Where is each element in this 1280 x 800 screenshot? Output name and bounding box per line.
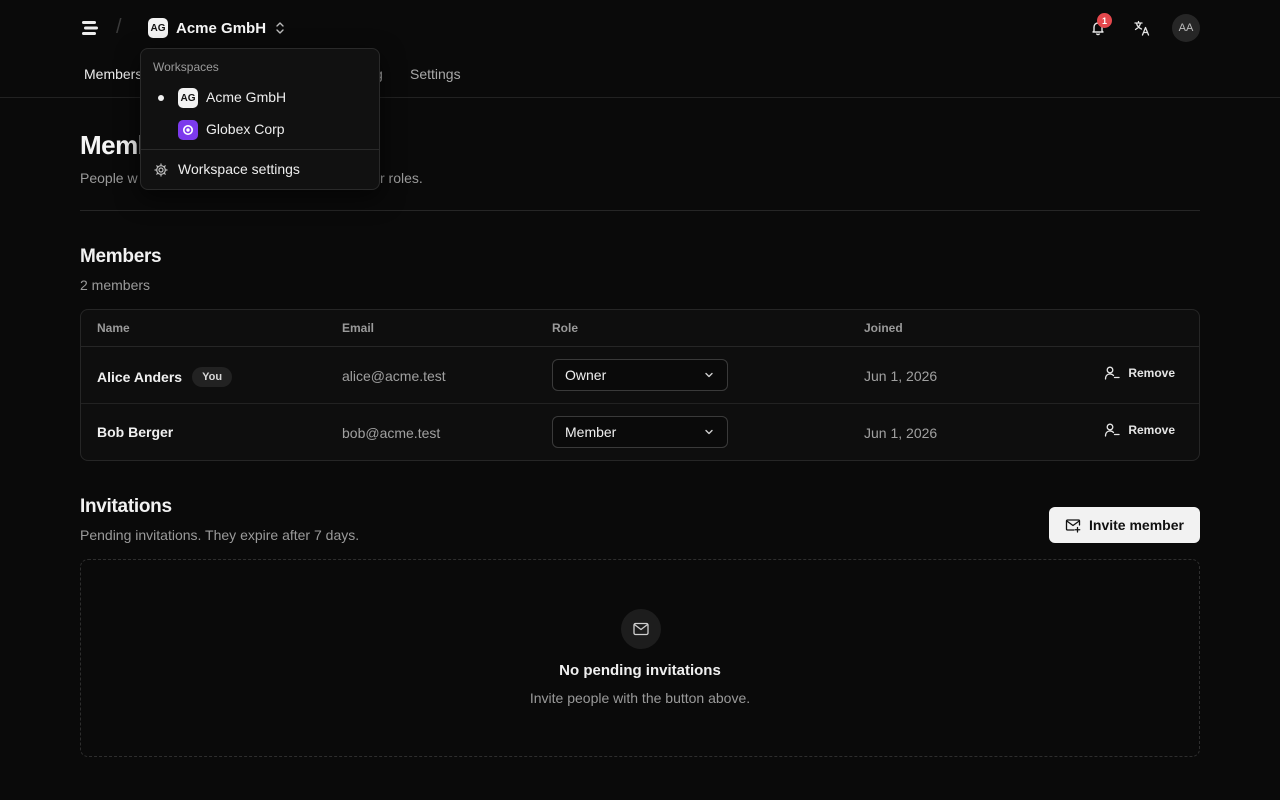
role-select[interactable]: Member <box>552 416 728 448</box>
member-name-cell: Alice Anders You <box>97 367 233 387</box>
empty-invitations-state: No pending invitations Invite people wit… <box>80 559 1200 757</box>
workspace-badge: AG <box>148 18 168 38</box>
empty-subtitle: Invite people with the button above. <box>529 690 751 706</box>
page-subtitle-right: r roles. <box>380 170 423 186</box>
table-row: Alice Anders You alice@acme.test Owner J… <box>81 347 1199 404</box>
member-name: Bob Berger <box>97 424 174 440</box>
workspace-dropdown-menu: Workspaces AG Acme GmbH Globex Corp Work… <box>140 48 380 190</box>
workspace-option-badge: AG <box>178 88 198 108</box>
user-minus-icon <box>1105 366 1120 380</box>
breadcrumb-separator: / <box>116 16 122 38</box>
members-table: Name Email Role Joined Alice Anders You … <box>80 309 1200 461</box>
dropdown-label: Workspaces <box>153 60 219 74</box>
member-joined: Jun 1, 2026 <box>864 368 938 384</box>
member-email: alice@acme.test <box>342 368 446 384</box>
remove-label: Remove <box>1128 366 1175 380</box>
role-value: Member <box>565 424 617 440</box>
column-header-name: Name <box>97 321 130 335</box>
tab-members[interactable]: Members <box>84 66 142 82</box>
role-value: Owner <box>565 367 607 383</box>
chevron-down-icon <box>705 429 713 435</box>
chevrons-up-down-icon <box>276 22 284 34</box>
member-name-cell: Bob Berger <box>97 424 173 440</box>
globex-logo-icon <box>178 120 198 140</box>
dropdown-separator <box>141 149 379 150</box>
selected-indicator <box>158 95 164 101</box>
column-header-joined: Joined <box>864 321 903 335</box>
workspace-settings-label: Workspace settings <box>178 161 300 177</box>
language-button[interactable] <box>1128 14 1156 42</box>
workspace-option-globex[interactable]: Globex Corp <box>145 116 375 144</box>
workspace-settings-item[interactable]: Workspace settings <box>145 156 375 184</box>
member-joined: Jun 1, 2026 <box>864 425 938 441</box>
workspace-option-acme[interactable]: AG Acme GmbH <box>145 84 375 112</box>
invite-member-button[interactable]: Invite member <box>1049 507 1200 543</box>
user-avatar[interactable]: AA <box>1172 14 1200 42</box>
invitations-section-header: Invitations Pending invitations. They ex… <box>80 496 359 543</box>
page-subtitle-left: People w <box>80 170 138 186</box>
top-actions: 1 AA <box>1084 13 1200 42</box>
members-title: Members <box>80 246 162 267</box>
workspace-option-name: Acme GmbH <box>206 89 287 105</box>
workspace-switcher[interactable]: AG Acme GmbH <box>144 14 290 42</box>
empty-title: No pending invitations <box>559 662 721 679</box>
tab-settings[interactable]: Settings <box>410 66 461 82</box>
translate-icon <box>1134 20 1150 36</box>
member-name: Alice Anders <box>97 369 183 385</box>
table-header: Name Email Role Joined <box>81 310 1199 347</box>
you-badge: You <box>192 367 233 387</box>
members-section-header: Members 2 members <box>80 246 162 293</box>
column-header-email: Email <box>342 321 375 335</box>
notification-count-badge: 1 <box>1097 13 1112 28</box>
remove-label: Remove <box>1128 423 1175 437</box>
member-email: bob@acme.test <box>342 425 441 441</box>
chevron-down-icon <box>705 372 713 378</box>
gear-icon <box>154 163 168 177</box>
app-logo-icon[interactable] <box>80 18 100 38</box>
table-row: Bob Berger bob@acme.test Member Jun 1, 2… <box>81 404 1199 460</box>
invite-member-label: Invite member <box>1089 517 1184 533</box>
workspace-name: Acme GmbH <box>176 19 267 37</box>
workspace-option-name: Globex Corp <box>206 121 285 137</box>
remove-member-button[interactable]: Remove <box>1104 365 1175 381</box>
user-minus-icon <box>1105 423 1120 437</box>
role-select[interactable]: Owner <box>552 359 728 391</box>
members-count: 2 members <box>80 277 151 293</box>
mail-icon <box>621 609 661 649</box>
mail-plus-icon <box>1065 519 1081 533</box>
remove-member-button[interactable]: Remove <box>1104 422 1175 438</box>
invitations-title: Invitations <box>80 496 172 517</box>
notifications-button[interactable]: 1 <box>1084 13 1112 42</box>
column-header-role: Role <box>552 321 579 335</box>
invitations-subtitle: Pending invitations. They expire after 7… <box>80 527 360 543</box>
